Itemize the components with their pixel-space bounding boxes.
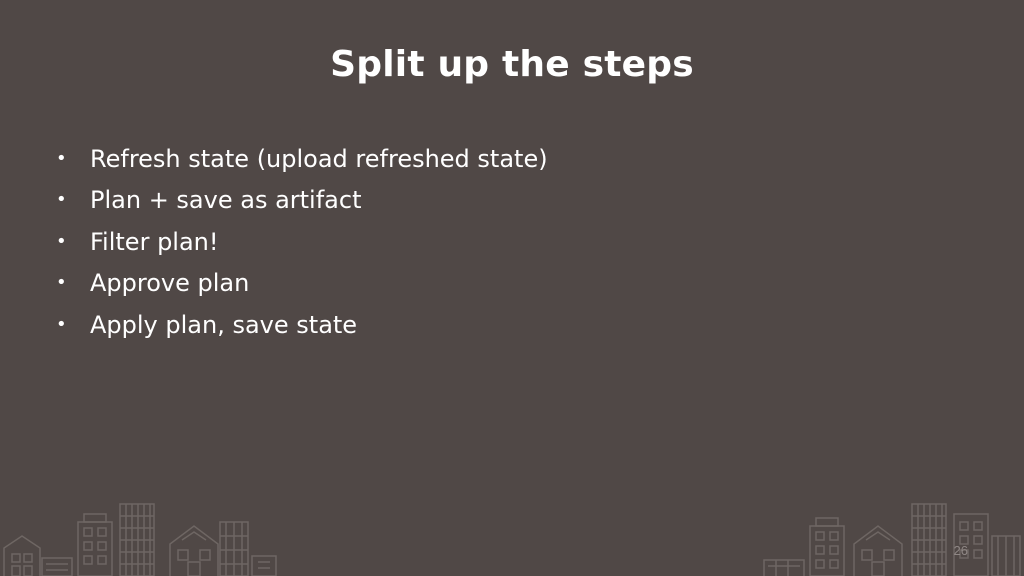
bullet-dot-icon: • bbox=[56, 272, 67, 294]
bullet-text: Approve plan bbox=[90, 269, 250, 298]
skyline-left-icon bbox=[3, 503, 277, 576]
bullet-item: • Refresh state (upload refreshed state) bbox=[56, 138, 548, 180]
bullet-dot-icon: • bbox=[56, 147, 67, 169]
bullet-dot-icon: • bbox=[56, 189, 67, 211]
bullet-dot-icon: • bbox=[56, 230, 67, 252]
bullet-item: • Apply plan, save state bbox=[56, 304, 548, 346]
skyline-right-icon bbox=[763, 503, 1021, 576]
page-number: 26 bbox=[953, 543, 968, 558]
bullet-text: Plan + save as artifact bbox=[90, 186, 362, 215]
bullet-item: • Filter plan! bbox=[56, 221, 548, 263]
bullet-item: • Plan + save as artifact bbox=[56, 180, 548, 222]
slide-title: Split up the steps bbox=[330, 44, 694, 85]
slide: Split up the steps • Refresh state (uplo… bbox=[0, 0, 1024, 576]
bullet-text: Filter plan! bbox=[90, 227, 219, 256]
bullet-list: • Refresh state (upload refreshed state)… bbox=[56, 138, 548, 346]
bullet-text: Apply plan, save state bbox=[90, 310, 358, 339]
bullet-dot-icon: • bbox=[56, 313, 67, 335]
bullet-item: • Approve plan bbox=[56, 263, 548, 305]
bullet-text: Refresh state (upload refreshed state) bbox=[90, 144, 548, 173]
